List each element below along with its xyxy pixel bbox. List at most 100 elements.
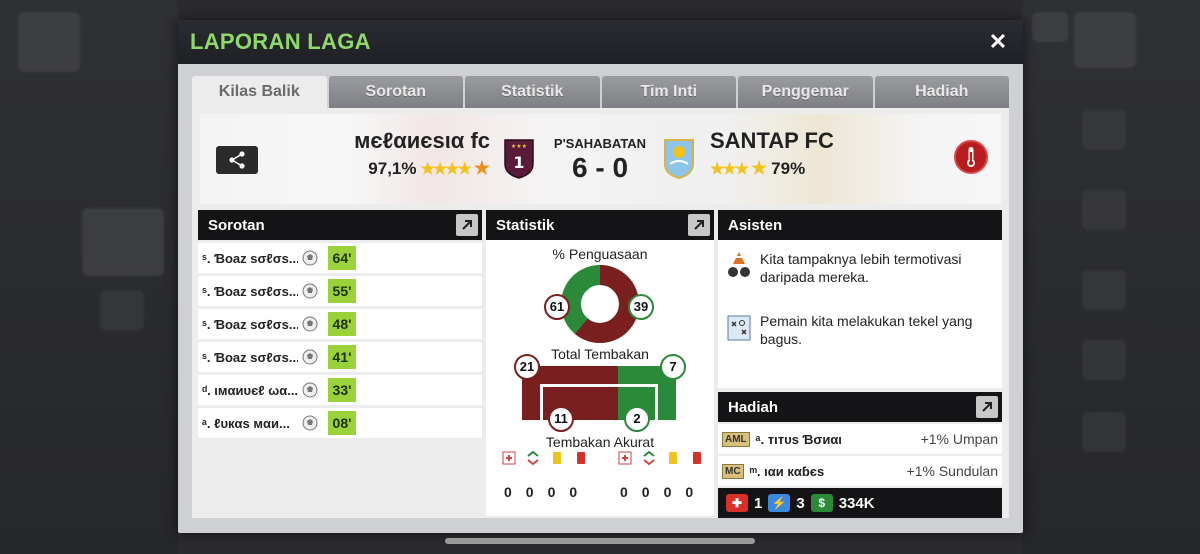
energy-count: 3 [796, 494, 805, 512]
reward-row: AML ᵃ. тιтυѕ Ɓσиαι +1% Umpan [718, 424, 1002, 454]
home-yellow-count: 0 [547, 484, 556, 500]
possession-home-value: 61 [544, 294, 570, 320]
highlight-player: ˢ. Ɓoaz ѕσℓσѕ... [202, 250, 298, 266]
home-cards-counts: 0 0 0 0 [504, 484, 577, 500]
accurate-shots-label: Tembakan Akurat [545, 434, 655, 450]
away-team-meta: ★★★ ★ 79% [710, 158, 890, 179]
thermometer-icon [967, 147, 975, 167]
injury-icon [618, 451, 632, 465]
away-cards-icons [618, 450, 704, 466]
highlight-minute: 08' [328, 411, 356, 435]
goal-ball-icon [302, 316, 318, 332]
expand-arrow-icon [982, 402, 992, 412]
position-badge: MC [722, 463, 744, 479]
home-team: мєℓαиєѕια fc 97,1% ★★★★ ★ [320, 128, 490, 179]
highlight-minute: 41' [328, 345, 356, 369]
goal-ball-icon [302, 349, 318, 365]
tab-sorotan[interactable]: Sorotan [328, 76, 463, 108]
assistant-tip-text: Kita tampaknya lebih termotivasi daripad… [760, 251, 962, 285]
share-button[interactable] [216, 146, 258, 174]
highlight-row[interactable]: ˢ. Ɓoaz ѕσℓσѕ... 55' [198, 276, 482, 306]
star-icon: ★ [751, 158, 768, 178]
highlights-title: Sorotan [208, 216, 265, 234]
medical-count: 1 [754, 494, 763, 512]
background-menu-icon [1082, 190, 1126, 230]
home-cards-icons [502, 450, 588, 466]
expand-arrow-icon [462, 220, 472, 230]
svg-text:★★★: ★★★ [511, 143, 527, 150]
assistant-title: Asisten [728, 216, 783, 234]
statistics-header: Statistik [486, 210, 714, 240]
shots-home-value: 21 [514, 354, 540, 380]
tactics-board-icon [727, 315, 751, 341]
modal-title: LAPORAN LAGA [190, 29, 371, 54]
away-team-stars-icon: ★★★ [710, 160, 749, 178]
assistant-body: Kita tampaknya lebih termotivasi daripad… [718, 240, 1002, 388]
background-menu-item [82, 208, 164, 276]
possession-away-value: 39 [628, 294, 654, 320]
background-logo [18, 12, 80, 72]
red-card-icon [577, 452, 585, 464]
motivation-icon [728, 252, 750, 277]
highlight-minute: 33' [328, 378, 356, 402]
away-yellow-count: 0 [663, 484, 672, 500]
highlight-row[interactable]: ᵃ. ℓυкαѕ мαи... 08' [198, 408, 482, 438]
highlight-row[interactable]: ˢ. Ɓoaz ѕσℓσѕ... 41' [198, 342, 482, 372]
tab-bar: Kilas Balik Sorotan Statistik Tim Inti P… [192, 76, 1009, 108]
modal-header: LAPORAN LAGA ✕ [178, 20, 1023, 64]
statistics-title: Statistik [496, 216, 555, 234]
expand-statistics-button[interactable] [688, 214, 710, 236]
highlight-row[interactable]: ˢ. Ɓoaz ѕσℓσѕ... 64' [198, 243, 482, 273]
highlights-panel: Sorotan ˢ. Ɓoaz ѕσℓσѕ... 64' ˢ. Ɓoaz ѕσℓ… [198, 210, 482, 438]
background-button [1074, 12, 1136, 68]
highlight-row[interactable]: ˢ. Ɓoaz ѕσℓσѕ... 48' [198, 309, 482, 339]
goal-ball-icon [302, 250, 318, 266]
match-report-modal: LAPORAN LAGA ✕ Kilas Balik Sorotan Stati… [178, 20, 1023, 533]
home-team-name: мєℓαиєѕια fc [354, 128, 490, 153]
expand-rewards-button[interactable] [976, 396, 998, 418]
highlight-player: ˢ. Ɓoaz ѕσℓσѕ... [202, 349, 298, 365]
highlight-minute: 55' [328, 279, 356, 303]
money-icon: $ [810, 494, 833, 512]
home-team-crest-icon: ★★★ 1 [504, 139, 534, 179]
expand-highlights-button[interactable] [456, 214, 478, 236]
tab-penggemar[interactable]: Penggemar [738, 76, 873, 108]
home-red-count: 0 [569, 484, 578, 500]
rewards-totals: ✚ 1 ⚡ 3 $ 334K [718, 488, 1002, 518]
goal-ball-icon [302, 415, 318, 431]
assistant-tip: Kita tampaknya lebih termotivasi daripad… [726, 250, 994, 286]
statistics-panel: Statistik % Penguasaan 61 39 Total Temba… [486, 210, 714, 516]
highlight-minute: 64' [328, 246, 356, 270]
tab-statistik[interactable]: Statistik [465, 76, 600, 108]
accurate-away-value: 2 [624, 406, 650, 432]
match-type: P'SAHABATAN [553, 136, 647, 151]
away-team-name: SANTAP FC [710, 128, 834, 153]
goal-ball-icon [302, 382, 318, 398]
away-team-rating: 79% [771, 158, 806, 178]
match-score: 6 - 0 [571, 152, 629, 183]
match-banner: мєℓαиєѕια fc 97,1% ★★★★ ★ ★★★ 1 P'SAHABAT… [200, 114, 1001, 204]
background-menu-icon [1082, 270, 1126, 310]
tab-content: мєℓαиєѕια fc 97,1% ★★★★ ★ ★★★ 1 P'SAHABAT… [192, 108, 1009, 518]
red-card-icon [693, 452, 701, 464]
background-right-panel [1022, 0, 1200, 554]
away-red-count: 0 [685, 484, 694, 500]
money-amount: 334K [838, 494, 875, 512]
home-team-meta: 97,1% ★★★★ ★ [320, 158, 490, 179]
home-team-rating: 97,1% [368, 158, 417, 178]
highlight-row[interactable]: ᵈ. ιмαиυєℓ ωα... 33' [198, 375, 482, 405]
away-team-crest-icon [664, 139, 694, 180]
energy-icon: ⚡ [768, 494, 791, 512]
tab-kilas-balik[interactable]: Kilas Balik [192, 76, 327, 108]
close-button[interactable]: ✕ [985, 29, 1011, 55]
medical-pack-icon: ✚ [726, 494, 748, 512]
home-indicator[interactable] [445, 538, 755, 544]
accurate-home-value: 11 [548, 406, 574, 432]
assistant-tip-text: Pemain kita melakukan tekel yang bagus. [760, 313, 973, 347]
team-mood-button[interactable] [954, 140, 988, 174]
tab-hadiah[interactable]: Hadiah [874, 76, 1009, 108]
substitution-icon [643, 450, 655, 466]
home-team-stars-icon: ★★★★ [420, 160, 471, 178]
rewards-header: Hadiah [718, 392, 1002, 422]
tab-tim-inti[interactable]: Tim Inti [601, 76, 736, 108]
